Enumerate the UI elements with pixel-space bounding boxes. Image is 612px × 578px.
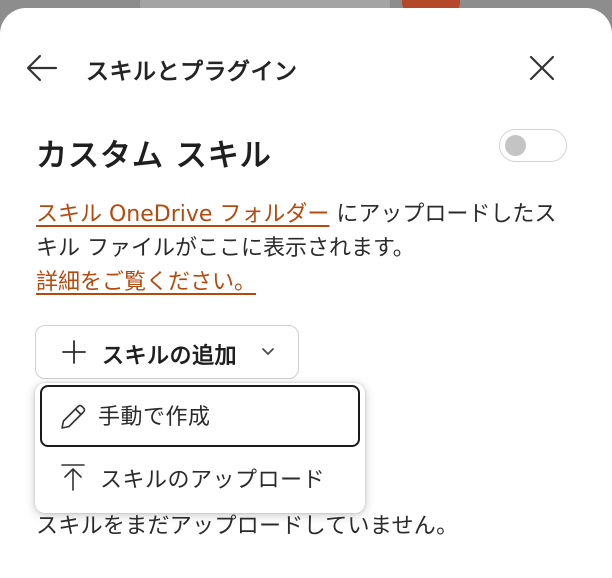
add-skill-menu: 手動で作成 スキルのアップロード [35,383,365,513]
add-skill-button[interactable]: スキルの追加 [35,325,299,379]
skills-panel: スキルとプラグイン カスタム スキル スキル OneDrive フォルダー にア… [0,8,612,578]
panel-header: スキルとプラグイン [0,8,612,126]
upload-icon [61,464,85,491]
chevron-down-icon [262,348,274,355]
plus-icon [62,340,86,364]
pencil-icon [61,404,86,429]
menu-item-upload-skill[interactable]: スキルのアップロード [40,447,360,507]
menu-item-label: スキルのアップロード [100,468,326,493]
arrow-left-icon [26,54,58,82]
back-button[interactable] [22,50,62,86]
description: スキル OneDrive フォルダー にアップロードしたスキル ファイルがここに… [36,198,576,300]
add-skill-label: スキルの追加 [102,344,238,369]
section-title: カスタム スキル [36,138,272,174]
skills-folder-link[interactable]: スキル OneDrive フォルダー [36,202,329,227]
learn-more-link[interactable]: 詳細をご覧ください。 [36,270,256,295]
custom-skills-toggle[interactable] [499,129,567,162]
empty-state-text: スキルをまだアップロードしていません。 [36,514,459,539]
menu-item-label: 手動で作成 [98,405,211,430]
close-button[interactable] [522,48,562,88]
header-title: スキルとプラグイン [86,59,298,85]
close-icon [529,55,555,81]
toggle-knob [505,135,526,156]
menu-item-create-manually[interactable]: 手動で作成 [40,385,360,447]
